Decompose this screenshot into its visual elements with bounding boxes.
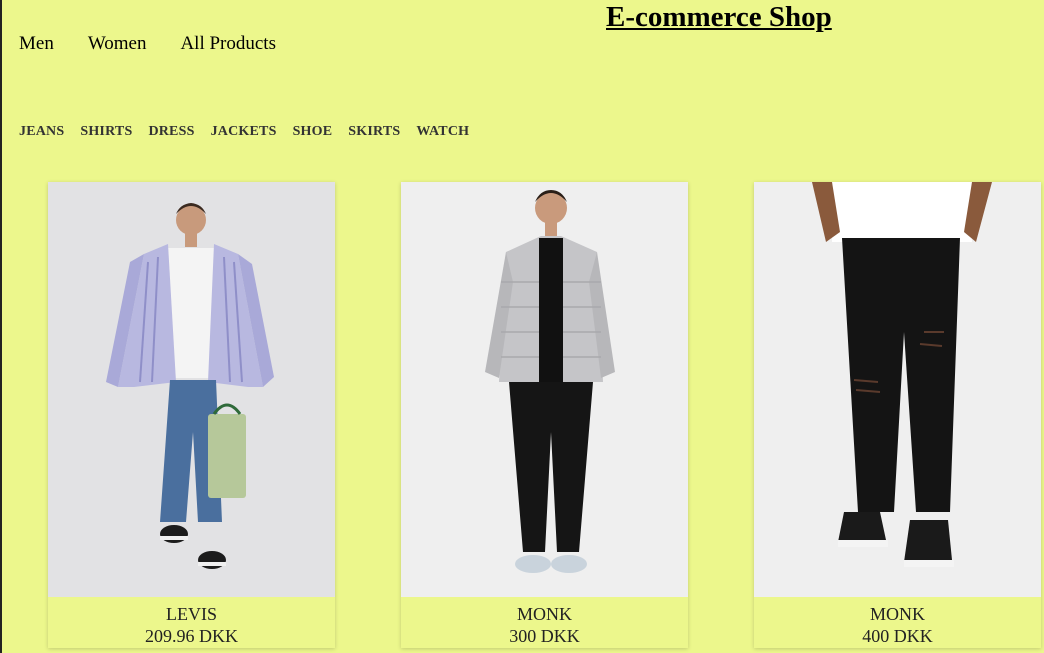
product-price: 300 DKK: [509, 626, 580, 646]
product-brand: MONK: [516, 604, 572, 624]
product-price: 209.96 DKK: [145, 626, 238, 646]
product-grid: LEVIS 209.96 DKK MONK 300 DKK MONK 400 D…: [48, 182, 1041, 648]
site-title-link[interactable]: E-commerce Shop: [606, 0, 832, 34]
product-image[interactable]: [754, 182, 1041, 597]
product-card[interactable]: LEVIS 209.96 DKK: [48, 182, 335, 648]
product-brand: MONK: [869, 604, 925, 624]
product-brand: LEVIS: [166, 604, 217, 624]
product-info: MONK 300 DKK: [401, 597, 688, 647]
category-jackets-link[interactable]: JACKETS: [211, 124, 277, 140]
product-card[interactable]: MONK 400 DKK: [754, 182, 1041, 648]
product-price: 400 DKK: [862, 626, 933, 646]
category-skirts-link[interactable]: SKIRTS: [348, 124, 400, 140]
main-nav: Men Women All Products: [19, 33, 310, 55]
nav-men-link[interactable]: Men: [19, 33, 54, 55]
category-nav: JEANS SHIRTS DRESS JACKETS SHOE SKIRTS W…: [19, 124, 485, 140]
category-shirts-link[interactable]: SHIRTS: [80, 124, 132, 140]
category-watch-link[interactable]: WATCH: [416, 124, 469, 140]
product-card[interactable]: MONK 300 DKK: [401, 182, 688, 648]
product-info: LEVIS 209.96 DKK: [48, 597, 335, 647]
category-dress-link[interactable]: DRESS: [148, 124, 194, 140]
product-info: MONK 400 DKK: [754, 597, 1041, 647]
nav-women-link[interactable]: Women: [88, 33, 147, 55]
nav-all-products-link[interactable]: All Products: [180, 33, 276, 55]
category-jeans-link[interactable]: JEANS: [19, 124, 64, 140]
product-image[interactable]: [48, 182, 335, 597]
product-image[interactable]: [401, 182, 688, 597]
category-shoe-link[interactable]: SHOE: [293, 124, 333, 140]
